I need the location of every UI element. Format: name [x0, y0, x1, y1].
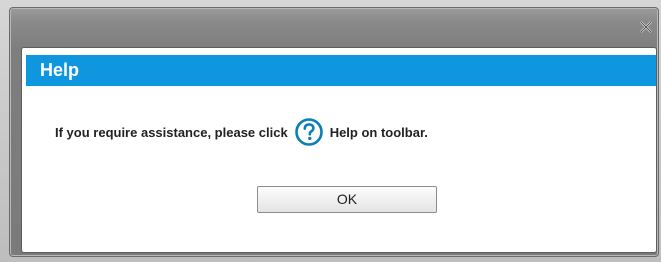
close-icon [638, 20, 654, 34]
close-button[interactable] [638, 20, 654, 34]
dialog-title: Help [26, 55, 656, 86]
ok-button[interactable]: OK [257, 186, 437, 213]
help-message: If you require assistance, please click … [55, 117, 428, 147]
help-message-text-after: Help on toolbar. [329, 124, 428, 140]
help-message-text-before: If you require assistance, please click [55, 124, 288, 140]
help-question-icon [294, 117, 324, 147]
dialog-panel: Help If you require assistance, please c… [22, 48, 656, 252]
dialog-window-frame: Help If you require assistance, please c… [9, 7, 659, 257]
